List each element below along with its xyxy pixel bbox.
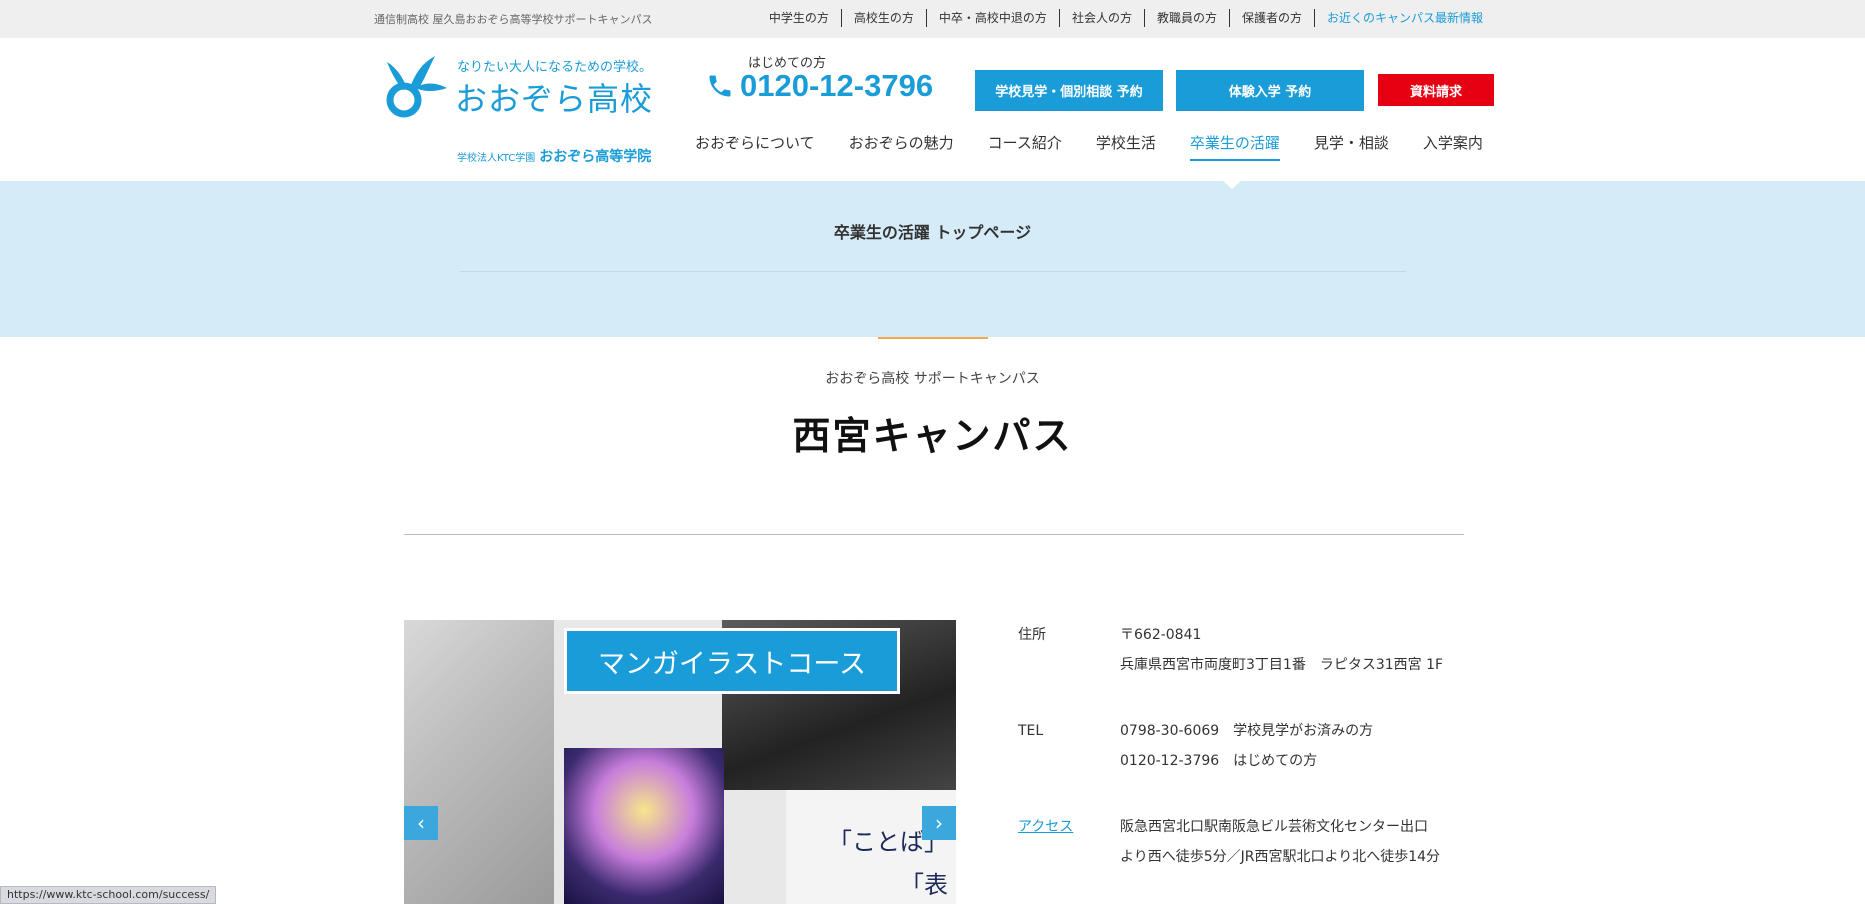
audience-link-teacher[interactable]: 教職員の方 [1143,9,1229,27]
nav-courses[interactable]: コース紹介 [988,132,1062,161]
audience-nav: 中学生の方 高校生の方 中卒・高校中退の方 社会人の方 教職員の方 保護者の方 … [757,9,1495,27]
tel-first-time: 0120-12-3796 はじめての方 [1120,753,1318,769]
logo-corporation: 学校法人KTC学園 おおぞら高等学院 [457,146,651,166]
page-title: 西宮キャンパス [792,414,1073,458]
slider-next-button[interactable]: › [922,806,956,840]
nav-visit-consult[interactable]: 見学・相談 [1314,132,1389,161]
chevron-right-icon: › [935,811,943,835]
top-utility-bar: 通信制高校 屋久島おおぞら高等学校サポートキャンパス 中学生の方 高校生の方 中… [0,0,1865,38]
site-header: なりたい大人になるための学校。 おおぞら高校 学校法人KTC学園 おおぞら高等学院… [0,38,1865,181]
nav-admission[interactable]: 入学案内 [1423,132,1483,161]
audience-link-junior-high[interactable]: 中学生の方 [757,9,841,27]
corp-name: おおぞら高等学院 [539,149,652,165]
nav-about[interactable]: おおぞらについて [695,132,815,161]
campus-image-slider[interactable]: マンガイラストコース 「ことば」 「表 [404,620,956,904]
slide-course-banner: マンガイラストコース [564,628,900,694]
site-logo[interactable]: なりたい大人になるための学校。 おおぞら高校 学校法人KTC学園 おおぞら高等学院 [385,52,665,165]
access-line-2: より西へ徒歩5分／JR西宮駅北口より北へ徒歩14分 [1120,849,1441,865]
chevron-left-icon: ‹ [417,811,425,835]
page-header-band: 卒業生の活躍 トップページ [0,180,1865,337]
slider-prev-button[interactable]: ‹ [404,806,438,840]
nav-graduates[interactable]: 卒業生の活躍 [1189,132,1280,161]
audience-link-high-school[interactable]: 高校生の方 [840,9,926,27]
audience-link-adult[interactable]: 社会人の方 [1058,9,1144,27]
active-nav-notch [1222,180,1242,189]
nav-school-life[interactable]: 学校生活 [1096,132,1156,161]
visit-reservation-button[interactable]: 学校見学・個別相談 予約 [975,70,1163,111]
band-divider [460,271,1406,272]
band-title-link[interactable]: 卒業生の活躍 トップページ [0,219,1865,243]
audience-link-dropout[interactable]: 中卒・高校中退の方 [925,9,1059,27]
logo-mark-icon [386,56,447,118]
slide-photo-students [404,620,554,904]
section-divider [404,534,1464,535]
address-street: 兵庫県西宮市両度町3丁目1番 ラピタス31西宮 1F [1120,657,1444,673]
tel-label: TEL [1018,723,1044,739]
access-link[interactable]: アクセス [1018,812,1073,842]
slide-quote-2: 「表 [900,871,948,899]
logo-slogan: なりたい大人になるための学校。 [457,60,653,75]
corp-prefix: 学校法人KTC学園 [457,153,536,164]
campus-subtitle: おおぞら高校 サポートキャンパス [825,371,1040,387]
phone-icon [709,75,731,97]
access-line-1: 阪急西宮北口駅南阪急ビル芸術文化センター出口 [1120,819,1428,835]
site-tagline: 通信制高校 屋久島おおぞら高等学校サポートキャンパス [374,13,653,26]
accent-line [878,337,988,339]
browser-status-url: https://www.ktc-school.com/success/ [0,886,217,904]
nav-appeal[interactable]: おおぞらの魅力 [849,132,954,161]
request-brochure-button[interactable]: 資料請求 [1378,74,1494,106]
address-postal: 〒662-0841 [1120,627,1202,643]
phone-number: 0120-12-3796 [740,68,934,103]
phone-number-row: 0120-12-3796 [706,68,933,104]
main-nav: おおぞらについて おおぞらの魅力 コース紹介 学校生活 卒業生の活躍 見学・相談… [695,132,1483,161]
nearby-campus-link[interactable]: お近くのキャンパス最新情報 [1313,9,1495,27]
address-label: 住所 [1018,627,1046,643]
trial-reservation-button[interactable]: 体験入学 予約 [1176,70,1364,111]
slide-illustration [564,748,724,904]
logo-name: おおぞら高校 [455,80,654,118]
audience-link-parent[interactable]: 保護者の方 [1228,9,1314,27]
tel-existing: 0798-30-6069 学校見学がお済みの方 [1120,723,1374,739]
